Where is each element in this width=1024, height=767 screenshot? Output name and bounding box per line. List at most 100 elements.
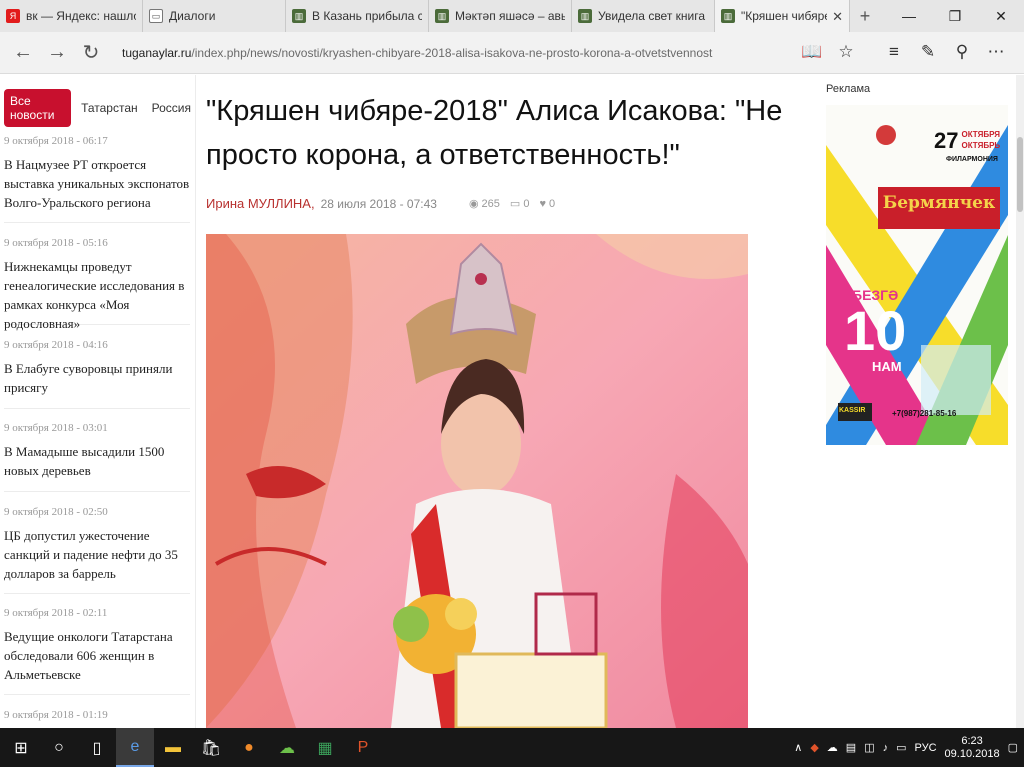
eye-icon: ◉ <box>468 198 479 210</box>
hub-icon[interactable]: ≡ <box>880 38 908 66</box>
ad-poster[interactable]: 27 ОКТЯБРЯ ОКТЯБРЬ ФИЛАРМОНИЯ Бермянчек … <box>826 105 1008 445</box>
notes-icon[interactable]: ▤ <box>846 741 856 754</box>
tab-russia[interactable]: Россия <box>148 97 195 119</box>
address-bar[interactable]: tuganaylar.ru/index.php/news/novosti/kry… <box>122 46 812 60</box>
news-site-icon: ▥ <box>435 9 449 23</box>
news-headline[interactable]: В Мамадыше высадили 1500 новых деревьев <box>4 442 190 480</box>
close-window-button[interactable]: ✕ <box>978 0 1024 32</box>
likes-counter[interactable]: ♥ 0 <box>539 198 555 210</box>
tab-title: вк — Яндекс: нашлось 101 <box>26 9 136 23</box>
browser-tab[interactable]: ▥ В Казань прибыла святын <box>286 0 429 32</box>
news-item[interactable]: 9 октября 2018 - 04:16 В Елабуге суворов… <box>4 339 190 409</box>
news-time: 9 октября 2018 - 04:16 <box>4 339 108 351</box>
browser-tab-strip: Я вк — Яндекс: нашлось 101 ▭ Диалоги ▥ В… <box>0 0 1024 32</box>
restore-button[interactable]: ❐ <box>932 0 978 32</box>
edge-browser-icon[interactable]: e <box>116 728 154 767</box>
news-time: 9 октября 2018 - 01:19 <box>4 709 108 721</box>
powerpoint-icon[interactable]: P <box>344 728 382 767</box>
views-counter: ◉ 265 <box>468 197 500 211</box>
reading-view-icon[interactable]: 📖 <box>798 38 826 66</box>
news-item[interactable]: 9 октября 2018 - 05:16 Нижнекамцы провед… <box>4 237 190 331</box>
poster-years-unit: НАМ <box>872 359 902 374</box>
news-item[interactable]: 9 октября 2018 - 02:11 Ведущие онкологи … <box>4 607 190 695</box>
tab-title: В Казань прибыла святын <box>312 9 422 23</box>
page-icon: ▭ <box>149 9 163 23</box>
task-view-icon[interactable]: ▯ <box>78 728 116 767</box>
close-tab-icon[interactable]: ✕ <box>832 9 843 25</box>
poster-years-num: 10 <box>844 299 907 362</box>
firefox-icon[interactable]: ● <box>230 728 268 767</box>
news-time: 9 октября 2018 - 05:16 <box>4 237 108 249</box>
article-date: 28 июля 2018 - 07:43 <box>320 196 437 211</box>
news-item[interactable]: 9 октября 2018 - 01:19 <box>4 709 190 728</box>
news-headline[interactable]: ЦБ допустил ужесточение санкций и падени… <box>4 526 190 583</box>
news-item[interactable]: 9 октября 2018 - 02:50 ЦБ допустил ужест… <box>4 506 190 594</box>
news-time: 9 октября 2018 - 03:01 <box>4 422 108 434</box>
news-time: 9 октября 2018 - 06:17 <box>4 135 108 147</box>
minimize-button[interactable]: — <box>886 0 932 32</box>
comments-counter[interactable]: ▭ 0 <box>510 197 530 211</box>
news-feed-sidebar: Все новости Татарстан Россия 9 октября 2… <box>0 75 196 728</box>
language-indicator[interactable]: РУС <box>915 742 937 754</box>
ad-label: Реклама <box>826 83 871 95</box>
network-icon[interactable]: ◫ <box>864 741 874 754</box>
new-tab-button[interactable]: + <box>850 0 880 32</box>
keyboard-icon[interactable]: ▭ <box>896 741 906 754</box>
poster-phone: +7(987)281-85-16 <box>892 409 957 418</box>
photo-illustration <box>206 234 748 728</box>
likes-count: 0 <box>548 197 556 210</box>
news-headline[interactable]: В Елабуге суворовцы приняли присягу <box>4 359 190 397</box>
chevron-up-icon[interactable]: ∧ <box>794 741 802 754</box>
news-headline[interactable]: В Нацмузее РТ откроется выставка уникаль… <box>4 155 190 212</box>
heart-icon: ♥ <box>539 197 546 210</box>
tab-title: Диалоги <box>169 9 216 23</box>
article-author[interactable]: Ирина МУЛЛИНА, <box>206 196 315 211</box>
browser-tab[interactable]: ▥ Увидела свет книга о Кря <box>572 0 715 32</box>
poster-day: 27 <box>934 128 959 153</box>
sync-app-icon[interactable]: ☁ <box>268 728 306 767</box>
article-photo <box>206 234 748 728</box>
more-icon[interactable]: ⋯ <box>982 38 1010 66</box>
news-time: 9 октября 2018 - 02:50 <box>4 506 108 518</box>
tab-all-news[interactable]: Все новости <box>4 89 72 127</box>
address-path: /index.php/news/novosti/kryashen-chibyar… <box>191 45 713 60</box>
clock[interactable]: 6:23 09.10.2018 <box>945 735 1000 761</box>
windows-taskbar: ⊞ ○ ▯ e ▬ 🛍 ● ☁ ▦ P ∧ ◆ ☁ ▤ ◫ ♪ ▭ РУС 6:… <box>0 728 1024 767</box>
news-item[interactable]: 9 октября 2018 - 03:01 В Мамадыше высади… <box>4 422 190 492</box>
address-domain: tuganaylar.ru <box>122 45 192 60</box>
news-item[interactable]: 9 октября 2018 - 06:17 В Нацмузее РТ отк… <box>4 135 190 223</box>
share-icon[interactable]: ⚲ <box>948 38 976 66</box>
search-icon[interactable]: ○ <box>40 728 78 767</box>
browser-tab-active[interactable]: ▥ "Кряшен чибяре-2018 ✕ <box>715 0 850 32</box>
refresh-button[interactable]: ↻ <box>74 36 108 70</box>
tab-title: Мәктәп яшәсә – авыл яшә <box>455 9 565 23</box>
browser-tab[interactable]: Я вк — Яндекс: нашлось 101 <box>0 0 143 32</box>
system-tray: ∧ ◆ ☁ ▤ ◫ ♪ ▭ РУС 6:23 09.10.2018 ▢ <box>794 728 1018 767</box>
news-site-icon: ▥ <box>292 9 306 23</box>
scrollbar-thumb[interactable] <box>1017 137 1023 212</box>
back-button[interactable]: ← <box>6 36 40 70</box>
tab-tatarstan[interactable]: Татарстан <box>77 97 142 119</box>
excel-icon[interactable]: ▦ <box>306 728 344 767</box>
article-title: "Кряшен чибяре-2018" Алиса Исакова: "Не … <box>206 95 783 171</box>
antivirus-icon[interactable]: ◆ <box>810 741 818 754</box>
news-headline[interactable]: Нижнекамцы проведут генеалогические иссл… <box>4 257 190 333</box>
web-note-icon[interactable]: ✎ <box>914 38 942 66</box>
browser-tab[interactable]: ▭ Диалоги <box>143 0 286 32</box>
news-headline[interactable]: Ведущие онкологи Татарстана обследовали … <box>4 627 190 684</box>
file-explorer-icon[interactable]: ▬ <box>154 728 192 767</box>
notifications-icon[interactable]: ▢ <box>1008 741 1018 754</box>
windows-start-icon[interactable]: ⊞ <box>2 728 40 767</box>
article-meta: Ирина МУЛЛИНА, 28 июля 2018 - 07:43 ◉ 265… <box>206 196 806 211</box>
screen: Я вк — Яндекс: нашлось 101 ▭ Диалоги ▥ В… <box>0 0 1024 767</box>
cloud-icon[interactable]: ☁ <box>827 741 838 754</box>
favorite-star-icon[interactable]: ☆ <box>832 38 860 66</box>
store-icon[interactable]: 🛍 <box>192 728 230 767</box>
volume-icon[interactable]: ♪ <box>883 742 889 754</box>
browser-navbar: ← → ↻ tuganaylar.ru/index.php/news/novos… <box>0 32 1024 74</box>
page-scrollbar[interactable] <box>1016 75 1024 728</box>
browser-tab[interactable]: ▥ Мәктәп яшәсә – авыл яшә <box>429 0 572 32</box>
comments-count: 0 <box>523 197 530 210</box>
forward-button[interactable]: → <box>40 36 74 70</box>
advertisement: Реклама 27 ОКТЯБРЯ ОКТЯБРЬ ФИЛАРМОНИЯ Бе… <box>826 83 1011 445</box>
